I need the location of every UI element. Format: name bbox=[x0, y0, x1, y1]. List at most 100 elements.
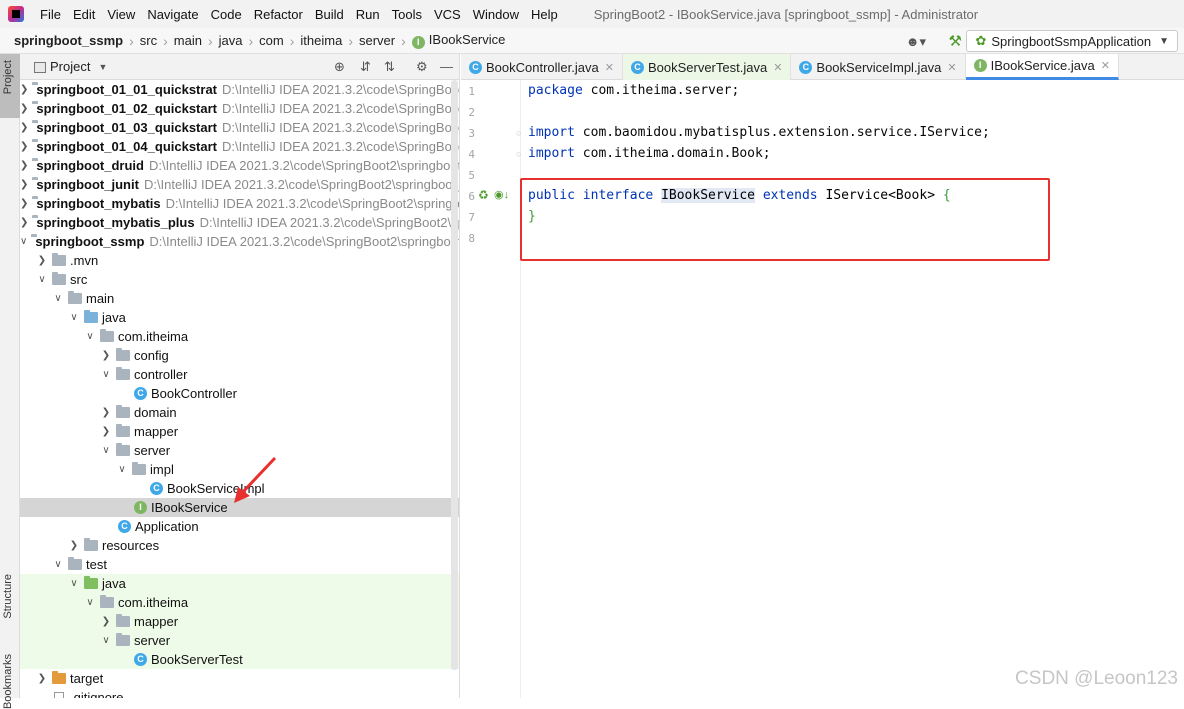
chevron-right-icon[interactable]: ❯ bbox=[20, 179, 28, 190]
tree-module-row[interactable]: ❯ springboot_01_03_quickstart D:\IntelliJ … bbox=[20, 118, 459, 137]
chevron-right-icon[interactable]: ❯ bbox=[100, 426, 112, 437]
expand-all-icon[interactable]: ⇵ bbox=[360, 59, 371, 75]
tree-module-row[interactable]: ❯ springboot_01_01_quickstrat D:\IntelliJ … bbox=[20, 80, 459, 99]
chevron-right-icon[interactable]: ❯ bbox=[100, 616, 112, 627]
chevron-down-icon[interactable]: ∨ bbox=[36, 274, 48, 285]
tree-module-row[interactable]: ❯ springboot_01_04_quickstart D:\IntelliJ … bbox=[20, 137, 459, 156]
menu-build[interactable]: Build bbox=[309, 7, 350, 22]
tree-file-gitignore[interactable]: .gitignore bbox=[20, 688, 459, 698]
chevron-right-icon[interactable]: ❯ bbox=[20, 141, 28, 152]
tree-file-application[interactable]: C Application bbox=[20, 517, 459, 536]
chevron-down-icon[interactable]: ▼ bbox=[98, 62, 107, 72]
chevron-down-icon[interactable]: ∨ bbox=[68, 578, 80, 589]
tree-folder-test[interactable]: ∨ test bbox=[20, 555, 459, 574]
close-icon[interactable]: ✕ bbox=[605, 61, 614, 74]
chevron-down-icon[interactable]: ∨ bbox=[84, 597, 96, 608]
tree-folder-src[interactable]: ∨ src bbox=[20, 270, 459, 289]
chevron-right-icon[interactable]: ❯ bbox=[36, 255, 48, 266]
chevron-right-icon[interactable]: ❯ bbox=[20, 217, 28, 228]
tree-module-row[interactable]: ❯ springboot_mybatis_plus D:\IntelliJ IDEA… bbox=[20, 213, 459, 232]
tree-folder-java[interactable]: ∨ java bbox=[20, 308, 459, 327]
tree-package-test-server[interactable]: ∨ server bbox=[20, 631, 459, 650]
chevron-right-icon[interactable]: ❯ bbox=[100, 350, 112, 361]
minimize-icon[interactable]: — bbox=[440, 59, 453, 74]
chevron-down-icon[interactable]: ∨ bbox=[20, 236, 27, 247]
chevron-right-icon[interactable]: ❯ bbox=[20, 198, 28, 209]
menu-view[interactable]: View bbox=[101, 7, 141, 22]
tree-package-test-mapper[interactable]: ❯ mapper bbox=[20, 612, 459, 631]
implementations-gutter-icon[interactable]: ◉↓ bbox=[494, 188, 509, 201]
tab-bookcontroller[interactable]: C BookController.java ✕ bbox=[461, 54, 623, 80]
tree-folder-mvn[interactable]: ❯ .mvn bbox=[20, 251, 459, 270]
menu-file[interactable]: File bbox=[34, 7, 67, 22]
chevron-down-icon[interactable]: ∨ bbox=[100, 369, 112, 380]
structure-tab[interactable]: Structure bbox=[2, 574, 14, 619]
tree-folder-target[interactable]: ❯ target bbox=[20, 669, 459, 688]
tree-package-config[interactable]: ❯ config bbox=[20, 346, 459, 365]
chevron-right-icon[interactable]: ❯ bbox=[100, 407, 112, 418]
crumb-src[interactable]: src bbox=[136, 33, 161, 48]
menu-tools[interactable]: Tools bbox=[386, 7, 428, 22]
tree-package-test-com-itheima[interactable]: ∨ com.itheima bbox=[20, 593, 459, 612]
build-hammer-icon[interactable]: ⚒ bbox=[949, 32, 962, 50]
chevron-right-icon[interactable]: ❯ bbox=[20, 84, 28, 95]
locate-icon[interactable]: ⊕ bbox=[334, 59, 345, 75]
tree-package-domain[interactable]: ❯ domain bbox=[20, 403, 459, 422]
chevron-down-icon[interactable]: ∨ bbox=[68, 312, 80, 323]
tree-package-mapper[interactable]: ❯ mapper bbox=[20, 422, 459, 441]
tree-module-row-expanded[interactable]: ∨ springboot_ssmp D:\IntelliJ IDEA 2021.3.… bbox=[20, 232, 459, 251]
menu-run[interactable]: Run bbox=[350, 7, 386, 22]
chevron-right-icon[interactable]: ❯ bbox=[20, 160, 28, 171]
crumb-project[interactable]: springboot_ssmp bbox=[10, 33, 127, 48]
tree-file-bookservertest[interactable]: C BookServerTest bbox=[20, 650, 459, 669]
chevron-down-icon[interactable]: ∨ bbox=[116, 464, 128, 475]
tree-package-controller[interactable]: ∨ controller bbox=[20, 365, 459, 384]
vertical-scrollbar[interactable] bbox=[451, 80, 458, 670]
chevron-down-icon[interactable]: ∨ bbox=[52, 293, 64, 304]
project-tab-active[interactable]: Project bbox=[0, 54, 20, 118]
project-header-title[interactable]: Project bbox=[50, 59, 90, 74]
tree-module-row[interactable]: ❯ springboot_01_02_quickstart D:\IntelliJ … bbox=[20, 99, 459, 118]
menu-navigate[interactable]: Navigate bbox=[141, 7, 204, 22]
close-icon[interactable]: ✕ bbox=[947, 61, 956, 74]
crumb-itheima[interactable]: itheima bbox=[296, 33, 346, 48]
chevron-down-icon[interactable]: ∨ bbox=[52, 559, 64, 570]
chevron-right-icon[interactable]: ❯ bbox=[68, 540, 80, 551]
tree-module-row[interactable]: ❯ springboot_mybatis D:\IntelliJ IDEA 2021… bbox=[20, 194, 459, 213]
menu-code[interactable]: Code bbox=[205, 7, 248, 22]
tab-bookservertest[interactable]: C BookServerTest.java ✕ bbox=[622, 54, 792, 80]
crumb-java[interactable]: java bbox=[215, 33, 247, 48]
tree-folder-test-java[interactable]: ∨ java bbox=[20, 574, 459, 593]
menu-window[interactable]: Window bbox=[467, 7, 525, 22]
tab-ibookservice[interactable]: I IBookService.java ✕ bbox=[965, 54, 1119, 80]
menu-edit[interactable]: Edit bbox=[67, 7, 101, 22]
chevron-right-icon[interactable]: ❯ bbox=[20, 122, 28, 133]
menu-refactor[interactable]: Refactor bbox=[248, 7, 309, 22]
tree-file-bookcontroller[interactable]: C BookController bbox=[20, 384, 459, 403]
fold-icon[interactable]: ○ bbox=[516, 149, 521, 159]
tree-module-row[interactable]: ❯ springboot_junit D:\IntelliJ IDEA 2021.3… bbox=[20, 175, 459, 194]
tree-package-com-itheima[interactable]: ∨ com.itheima bbox=[20, 327, 459, 346]
chevron-down-icon[interactable]: ∨ bbox=[100, 445, 112, 456]
chevron-right-icon[interactable]: ❯ bbox=[36, 673, 48, 684]
bookmarks-tab[interactable]: Bookmarks bbox=[2, 654, 14, 709]
menu-help[interactable]: Help bbox=[525, 7, 564, 22]
crumb-ibookservice[interactable]: I IBookService bbox=[408, 32, 510, 49]
menu-vcs[interactable]: VCS bbox=[428, 7, 467, 22]
user-icon[interactable]: ☻▾ bbox=[906, 34, 926, 50]
tree-folder-resources[interactable]: ❯ resources bbox=[20, 536, 459, 555]
close-icon[interactable]: ✕ bbox=[1101, 59, 1110, 72]
collapse-all-icon[interactable]: ⇅ bbox=[384, 59, 395, 75]
implemented-gutter-icon[interactable]: ♻ bbox=[478, 188, 489, 202]
chevron-right-icon[interactable]: ❯ bbox=[20, 103, 28, 114]
fold-icon[interactable]: ○ bbox=[516, 128, 521, 138]
chevron-down-icon[interactable]: ∨ bbox=[84, 331, 96, 342]
close-icon[interactable]: ✕ bbox=[773, 61, 782, 74]
tree-module-row[interactable]: ❯ springboot_druid D:\IntelliJ IDEA 2021.3… bbox=[20, 156, 459, 175]
chevron-down-icon[interactable]: ∨ bbox=[100, 635, 112, 646]
tab-bookserviceimpl[interactable]: C BookServiceImpl.java ✕ bbox=[791, 54, 966, 80]
run-config-select[interactable]: ✿ SpringbootSsmpApplication ▼ bbox=[966, 30, 1178, 52]
tree-folder-main[interactable]: ∨ main bbox=[20, 289, 459, 308]
gear-icon[interactable]: ⚙ bbox=[416, 59, 428, 75]
crumb-com[interactable]: com bbox=[255, 33, 288, 48]
